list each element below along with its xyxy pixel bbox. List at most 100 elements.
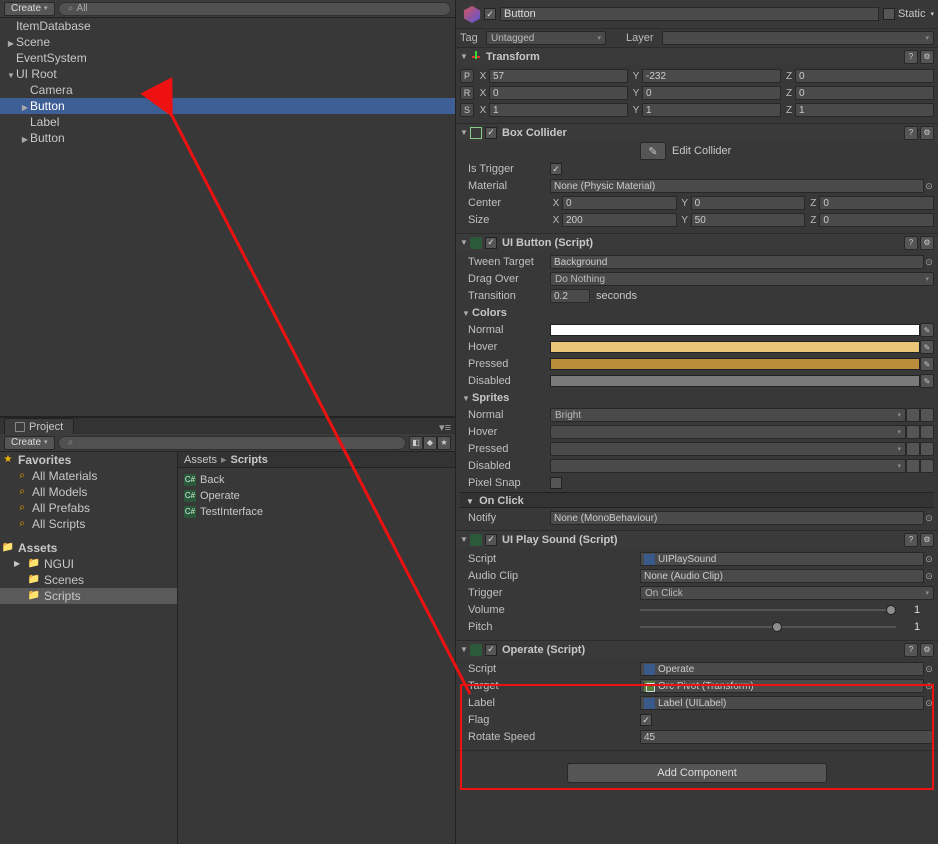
fold-icon[interactable]: ▼ (460, 128, 470, 137)
gear-icon[interactable]: ⚙ (920, 50, 934, 64)
static-checkbox[interactable] (883, 8, 895, 20)
transition-input[interactable]: 0.2 (550, 289, 590, 303)
audioclip-field[interactable]: None (Audio Clip) (640, 569, 924, 583)
pixel-snap-checkbox[interactable] (550, 477, 562, 489)
sprite-swap-icon[interactable] (906, 442, 920, 456)
help-icon[interactable]: ? (904, 533, 918, 547)
color-normal-field[interactable] (550, 324, 920, 336)
sprite-clear-icon[interactable] (920, 408, 934, 422)
tween-target-field[interactable]: Background (550, 255, 924, 269)
hierarchy-panel[interactable]: ItemDatabase▶Scene EventSystem▼UI Root C… (0, 18, 455, 416)
file-item[interactable]: C# TestInterface (180, 504, 453, 520)
sprite-swap-icon[interactable] (906, 408, 920, 422)
volume-slider[interactable] (640, 604, 914, 616)
edit-collider-button[interactable]: ✎ (640, 142, 666, 160)
prs-R-button[interactable]: R (460, 86, 474, 100)
gear-icon[interactable]: ⚙ (920, 533, 934, 547)
help-icon[interactable]: ? (904, 643, 918, 657)
help-icon[interactable]: ? (904, 50, 918, 64)
color-hover-field[interactable] (550, 341, 920, 353)
fold-icon[interactable]: ▼ (460, 645, 470, 654)
component-enable-checkbox[interactable] (485, 237, 497, 249)
hierarchy-item[interactable]: ▶Button (0, 98, 455, 114)
label-field[interactable]: Label (UILabel) (640, 696, 924, 710)
project-tree[interactable]: ★Favorites⌕All Materials⌕All Models⌕All … (0, 452, 178, 844)
project-search-input[interactable]: ⌕ (58, 436, 406, 450)
file-item[interactable]: C# Back (180, 472, 453, 488)
favorite-item[interactable]: ⌕All Models (0, 484, 177, 500)
eyedropper-icon[interactable]: ✎ (920, 357, 934, 371)
rotation-x-input[interactable]: 0 (489, 86, 628, 100)
gear-icon[interactable]: ⚙ (920, 236, 934, 250)
script-field[interactable]: Operate (640, 662, 924, 676)
object-picker-icon[interactable]: ⊙ (924, 255, 934, 269)
object-picker-icon[interactable]: ⊙ (924, 696, 934, 710)
rotation-z-input[interactable]: 0 (795, 86, 934, 100)
hierarchy-item[interactable]: Camera (0, 82, 455, 98)
prs-S-button[interactable]: S (460, 103, 474, 117)
project-file-list[interactable]: C# BackC# OperateC# TestInterface (178, 468, 455, 844)
size-y-input[interactable]: 50 (691, 213, 806, 227)
target-field[interactable]: Orc Pivot (Transform) (640, 679, 924, 693)
component-enable-checkbox[interactable] (485, 534, 497, 546)
gear-icon[interactable]: ⚙ (920, 643, 934, 657)
drag-over-dropdown[interactable]: Do Nothing (550, 272, 934, 286)
hierarchy-search-input[interactable]: ⌕ All (58, 2, 451, 16)
sprite-normal-dropdown[interactable]: Bright (550, 408, 906, 422)
gear-icon[interactable]: ⚙ (920, 126, 934, 140)
filter-type-icon[interactable]: ◧ (409, 436, 423, 450)
hierarchy-item[interactable]: ▶Button (0, 130, 455, 146)
hierarchy-item[interactable]: ▶Scene (0, 34, 455, 50)
position-x-input[interactable]: 57 (489, 69, 628, 83)
favorite-item[interactable]: ⌕All Prefabs (0, 500, 177, 516)
sprite-disabled-dropdown[interactable] (550, 459, 906, 473)
project-create-button[interactable]: Create (4, 436, 55, 450)
gameobject-name-input[interactable]: Button (500, 7, 879, 21)
position-z-input[interactable]: 0 (795, 69, 934, 83)
trigger-dropdown[interactable]: On Click (640, 586, 934, 600)
center-x-input[interactable]: 0 (562, 196, 677, 210)
position-y-input[interactable]: -232 (642, 69, 781, 83)
tag-dropdown[interactable]: Untagged (486, 31, 606, 45)
help-icon[interactable]: ? (904, 126, 918, 140)
center-z-input[interactable]: 0 (819, 196, 934, 210)
static-dropdown-icon[interactable]: ▾ (930, 10, 934, 18)
fold-icon[interactable]: ▼ (460, 535, 470, 544)
scale-z-input[interactable]: 1 (795, 103, 934, 117)
inspector-panel[interactable]: Button Static ▾ Tag Untagged Layer ▼ (456, 0, 938, 844)
fold-icon[interactable]: ▼ (460, 238, 470, 247)
rotate-speed-input[interactable]: 45 (640, 730, 934, 744)
gameobject-active-checkbox[interactable] (484, 8, 496, 20)
pitch-slider[interactable] (640, 621, 914, 633)
hierarchy-item[interactable]: Label (0, 114, 455, 130)
panel-menu-icon[interactable]: ▾≡ (439, 421, 451, 434)
object-picker-icon[interactable]: ⊙ (924, 179, 934, 193)
size-x-input[interactable]: 200 (562, 213, 677, 227)
object-picker-icon[interactable]: ⊙ (924, 679, 934, 693)
scale-x-input[interactable]: 1 (489, 103, 628, 117)
sprite-swap-icon[interactable] (906, 459, 920, 473)
sprite-clear-icon[interactable] (920, 442, 934, 456)
object-picker-icon[interactable]: ⊙ (924, 662, 934, 676)
filter-label-icon[interactable]: ◆ (423, 436, 437, 450)
eyedropper-icon[interactable]: ✎ (920, 374, 934, 388)
rotation-y-input[interactable]: 0 (642, 86, 781, 100)
component-enable-checkbox[interactable] (485, 644, 497, 656)
hierarchy-item[interactable]: EventSystem (0, 50, 455, 66)
flag-checkbox[interactable] (640, 714, 652, 726)
hierarchy-create-button[interactable]: Create (4, 2, 55, 16)
is-trigger-checkbox[interactable] (550, 163, 562, 175)
size-z-input[interactable]: 0 (819, 213, 934, 227)
scale-y-input[interactable]: 1 (642, 103, 781, 117)
eyedropper-icon[interactable]: ✎ (920, 340, 934, 354)
project-tab[interactable]: Project (4, 418, 74, 434)
hierarchy-item[interactable]: ▼UI Root (0, 66, 455, 82)
sprite-clear-icon[interactable] (920, 459, 934, 473)
help-icon[interactable]: ? (904, 236, 918, 250)
asset-folder[interactable]: 📁Scripts (0, 588, 177, 604)
material-field[interactable]: None (Physic Material) (550, 179, 924, 193)
asset-folder[interactable]: 📁Scenes (0, 572, 177, 588)
gameobject-icon[interactable] (460, 2, 484, 26)
object-picker-icon[interactable]: ⊙ (924, 569, 934, 583)
center-y-input[interactable]: 0 (691, 196, 806, 210)
